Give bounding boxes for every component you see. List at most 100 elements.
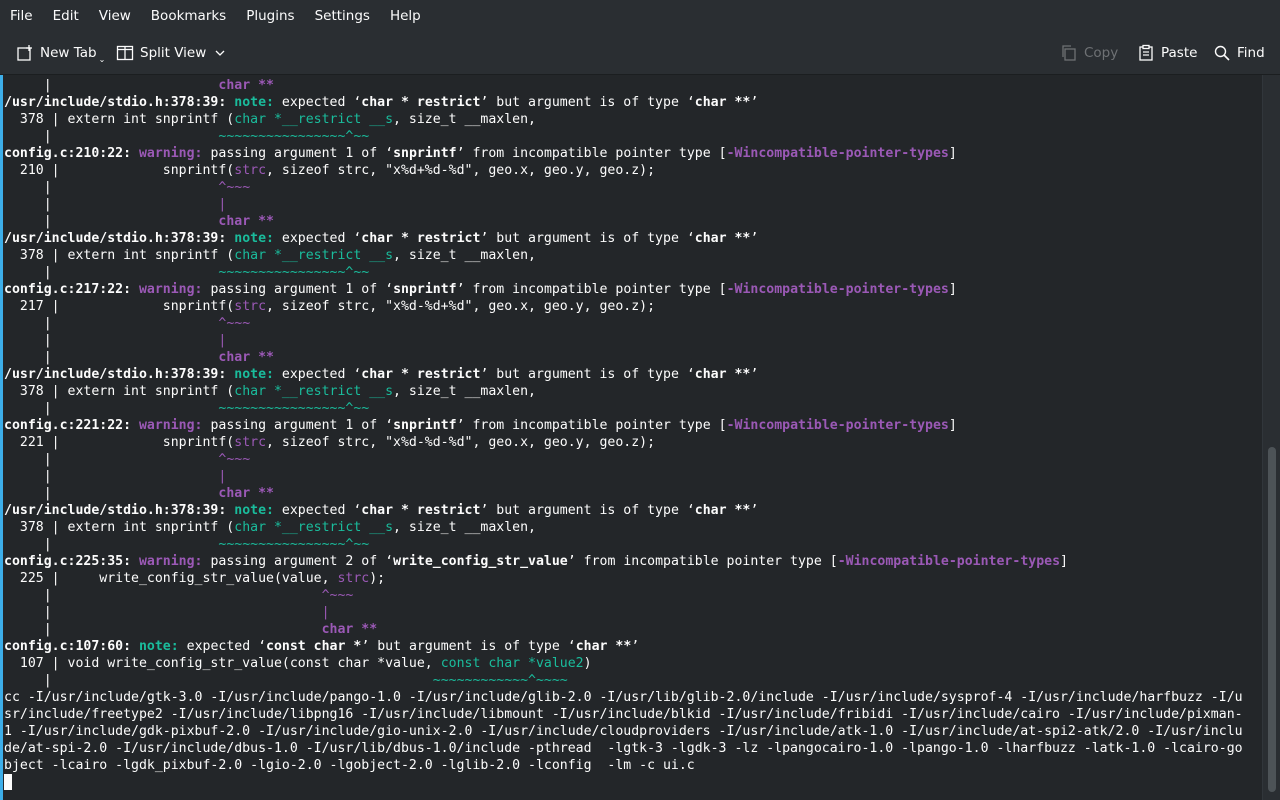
terminal-text: 378 | extern int snprintf (: [4, 384, 235, 399]
terminal-text: passing argument 1 of ‘: [202, 146, 394, 161]
copy-button[interactable]: Copy: [1060, 40, 1118, 66]
terminal-text: , size_t __maxlen,: [393, 112, 536, 127]
terminal-line: config.c:210:22: warning: passing argume…: [4, 145, 957, 162]
terminal-text: passing argument 2 of ‘: [202, 554, 394, 569]
terminal-text: expected ‘: [178, 639, 267, 654]
terminal-text: char * restrict: [361, 231, 481, 246]
find-button[interactable]: Find: [1213, 40, 1265, 66]
terminal-text: strc: [234, 299, 267, 314]
terminal-text: char * restrict: [361, 503, 481, 518]
terminal-text: 378 | extern int snprintf (: [4, 248, 235, 263]
terminal-text: char **: [218, 486, 274, 501]
terminal-text: ’ but argument is of type ‘: [480, 95, 695, 110]
terminal-text: strc: [234, 163, 267, 178]
terminal-text: |: [4, 316, 219, 331]
terminal-text: |: [4, 486, 219, 501]
terminal-text: const char *: [266, 639, 362, 654]
terminal-line: config.c:107:60: note: expected ‘const c…: [4, 638, 639, 655]
terminal-text: |: [4, 469, 219, 484]
terminal-text: note:: [234, 231, 274, 246]
copy-icon: [1062, 45, 1076, 61]
terminal-line: 378 | extern int snprintf (char *__restr…: [4, 519, 536, 536]
scrollbar[interactable]: [1262, 75, 1280, 800]
terminal-text: ’: [631, 639, 640, 654]
terminal-text: ’: [750, 95, 759, 110]
terminal-output[interactable]: | char **/usr/include/stdio.h:378:39: no…: [0, 75, 1262, 800]
terminal-line: | |: [4, 196, 227, 213]
terminal-text: , sizeof strc, "x%d-%d-%d", geo.x, geo.y…: [266, 435, 656, 450]
terminal-text: ~~~~~~~~~~~~~~~~^~~: [218, 537, 370, 552]
terminal-text: char *__restrict __s: [234, 112, 394, 127]
terminal-text: passing argument 1 of ‘: [202, 418, 394, 433]
terminal-text: ]: [948, 282, 957, 297]
terminal-line: bject -lcairo -lgdk_pixbuf-2.0 -lgio-2.0…: [4, 757, 695, 774]
terminal-text: 210 | snprintf(: [4, 163, 235, 178]
terminal-line: config.c:217:22: warning: passing argume…: [4, 281, 957, 298]
menu-bar: File Edit View Bookmarks Plugins Setting…: [0, 0, 1280, 32]
terminal-line: | ~~~~~~~~~~~~~~~~^~~: [4, 400, 370, 417]
terminal-text: ~~~~~~~~~~~~~~~~^~~: [218, 129, 370, 144]
terminal-text: ]: [948, 418, 957, 433]
terminal-text: 225 | write_config_str_value(value,: [4, 571, 338, 586]
terminal-text: );: [369, 571, 386, 586]
terminal-text: |: [4, 78, 219, 93]
terminal-text: , size_t __maxlen,: [393, 248, 536, 263]
terminal-line: | ^~~~: [4, 315, 250, 332]
terminal-line: | ^~~~: [4, 587, 354, 604]
find-label: Find: [1237, 45, 1265, 61]
terminal-line: | char **: [4, 485, 274, 502]
terminal-text: |: [4, 350, 219, 365]
terminal-line: | ~~~~~~~~~~~~~~~~^~~: [4, 536, 370, 553]
new-tab-dropdown-icon[interactable]: ⌄: [99, 55, 106, 64]
menu-bookmarks[interactable]: Bookmarks: [141, 0, 236, 32]
split-view-label: Split View: [140, 45, 207, 61]
terminal-text: bject -lcairo -lgdk_pixbuf-2.0 -lgio-2.0…: [4, 758, 695, 773]
terminal-line: 107 | void write_config_str_value(const …: [4, 655, 592, 672]
paste-button[interactable]: Paste: [1137, 40, 1197, 66]
terminal-text: char **: [694, 503, 751, 518]
terminal-text: ~~~~~~~~~~~~~~~~^~~: [218, 265, 370, 280]
terminal-text: 1 -I/usr/include/gdk-pixbuf-2.0 -I/usr/i…: [4, 724, 1243, 739]
terminal-text: char **: [575, 639, 632, 654]
menu-view[interactable]: View: [89, 0, 141, 32]
menu-plugins[interactable]: Plugins: [236, 0, 304, 32]
terminal-text: ’ from incompatible pointer type [: [567, 554, 838, 569]
terminal-line: | ~~~~~~~~~~~~~~~~^~~: [4, 128, 370, 145]
terminal-text: |: [4, 588, 322, 603]
terminal-text: ^~~~: [218, 316, 251, 331]
terminal-text: ’: [750, 231, 759, 246]
terminal-text: -Wincompatible-pointer-types: [726, 418, 949, 433]
terminal-text: note:: [234, 503, 274, 518]
terminal-text: |: [4, 537, 219, 552]
terminal-line: | ~~~~~~~~~~~~~~~~^~~: [4, 264, 370, 281]
terminal-line: | |: [4, 604, 330, 621]
new-tab-button[interactable]: New Tab ⌄: [16, 40, 105, 66]
terminal-text: snprintf: [393, 146, 457, 161]
terminal-line: /usr/include/stdio.h:378:39: note: expec…: [4, 366, 758, 383]
terminal-text: char * restrict: [361, 95, 481, 110]
terminal-line: config.c:221:22: warning: passing argume…: [4, 417, 957, 434]
terminal-text: ~~~~~~~~~~~~~~~~^~~: [218, 401, 370, 416]
split-view-button[interactable]: Split View: [116, 40, 232, 66]
terminal-text: strc: [337, 571, 370, 586]
terminal-line: | ~~~~~~~~~~~~^~~~~: [4, 672, 568, 689]
scrollbar-thumb[interactable]: [1268, 447, 1276, 792]
terminal-text: ]: [948, 146, 957, 161]
terminal-line: cc -I/usr/include/gtk-3.0 -I/usr/include…: [4, 689, 1243, 706]
paste-icon: [1139, 44, 1153, 61]
terminal-text: config.c:217:22:: [4, 282, 139, 297]
terminal-text: ’ from incompatible pointer type [: [456, 146, 727, 161]
terminal-line: config.c:225:35: warning: passing argume…: [4, 553, 1068, 570]
new-tab-icon: [17, 45, 32, 61]
menu-edit[interactable]: Edit: [43, 0, 89, 32]
menu-file[interactable]: File: [0, 0, 43, 32]
terminal-text: |: [4, 452, 219, 467]
chevron-down-icon[interactable]: [214, 47, 226, 59]
terminal-line: | ^~~~: [4, 179, 250, 196]
terminal-text: ^~~~: [321, 588, 354, 603]
terminal-text: , sizeof strc, "x%d+%d-%d", geo.x, geo.y…: [266, 163, 656, 178]
terminal-text: warning:: [138, 146, 203, 161]
menu-settings[interactable]: Settings: [305, 0, 380, 32]
terminal-text: char **: [218, 350, 274, 365]
menu-help[interactable]: Help: [380, 0, 431, 32]
